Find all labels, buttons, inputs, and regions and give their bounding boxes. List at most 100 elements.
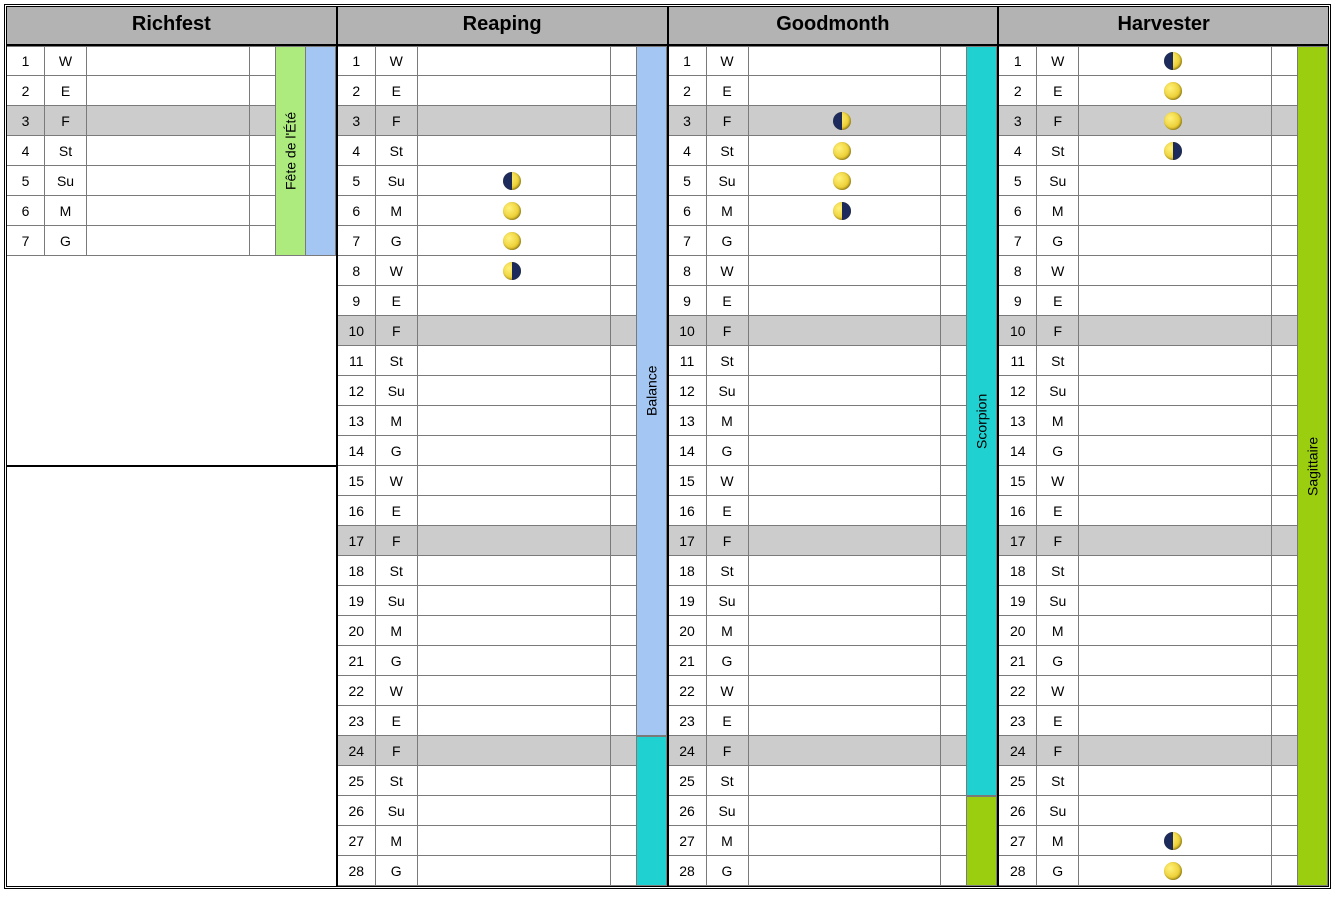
day-spare <box>941 856 967 886</box>
day-content <box>418 586 611 616</box>
day-row: 26Su <box>999 796 1298 826</box>
day-spare <box>1272 76 1298 106</box>
day-content <box>749 796 942 826</box>
month-harvester: Harvester1W2E3F4St5Su6M7G8W9E10F11St12Su… <box>999 7 1328 886</box>
day-content <box>1079 736 1272 766</box>
day-weekday: Su <box>1037 376 1079 406</box>
day-spare <box>611 76 637 106</box>
day-weekday: St <box>376 346 418 376</box>
day-row: 19Su <box>999 586 1298 616</box>
day-spare <box>941 226 967 256</box>
day-spare <box>1272 406 1298 436</box>
day-weekday: Su <box>376 376 418 406</box>
day-content <box>418 406 611 436</box>
day-content <box>1079 496 1272 526</box>
day-row: 5Su <box>999 166 1298 196</box>
day-row: 13M <box>999 406 1298 436</box>
moon-last-icon <box>1164 142 1182 160</box>
day-spare <box>1272 316 1298 346</box>
day-row: 19Su <box>338 586 637 616</box>
day-number: 8 <box>338 256 376 286</box>
zodiac-sidebar: Sagittaire <box>1298 46 1328 886</box>
month-header: Goodmonth <box>669 7 998 46</box>
day-weekday: St <box>707 136 749 166</box>
day-row: 1W <box>669 46 968 76</box>
day-content <box>1079 256 1272 286</box>
day-content <box>418 376 611 406</box>
day-number: 12 <box>999 376 1037 406</box>
day-weekday: F <box>1037 526 1079 556</box>
day-spare <box>1272 496 1298 526</box>
day-weekday: W <box>1037 466 1079 496</box>
day-row: 5Su <box>7 166 276 196</box>
day-row: 11St <box>338 346 637 376</box>
day-weekday: G <box>1037 226 1079 256</box>
month-richfest: Richfest1W2E3F4St5Su6M7GFête de l'Été <box>7 7 338 886</box>
day-row: 20M <box>999 616 1298 646</box>
day-weekday: G <box>376 436 418 466</box>
day-weekday: E <box>707 496 749 526</box>
day-number: 22 <box>338 676 376 706</box>
days-column: 1W2E3F4St5Su6M7G8W9E10F11St12Su13M14G15W… <box>338 46 637 886</box>
day-content <box>418 136 611 166</box>
day-spare <box>941 376 967 406</box>
day-number: 13 <box>669 406 707 436</box>
month-body: 1W2E3F4St5Su6M7GFête de l'Été <box>7 46 336 465</box>
day-spare <box>611 646 637 676</box>
day-weekday: F <box>45 106 87 136</box>
day-row: 21G <box>338 646 637 676</box>
day-number: 6 <box>338 196 376 226</box>
day-number: 21 <box>669 646 707 676</box>
day-spare <box>941 556 967 586</box>
day-content <box>1079 766 1272 796</box>
month-body: 1W2E3F4St5Su6M7G8W9E10F11St12Su13M14G15W… <box>338 46 667 886</box>
day-number: 28 <box>999 856 1037 886</box>
day-content <box>749 136 942 166</box>
day-weekday: G <box>707 226 749 256</box>
day-number: 11 <box>669 346 707 376</box>
day-number: 19 <box>338 586 376 616</box>
day-weekday: E <box>1037 706 1079 736</box>
day-number: 17 <box>338 526 376 556</box>
day-spare <box>1272 856 1298 886</box>
day-number: 21 <box>338 646 376 676</box>
day-number: 6 <box>7 196 45 226</box>
day-spare <box>941 766 967 796</box>
day-number: 2 <box>669 76 707 106</box>
day-number: 23 <box>338 706 376 736</box>
day-number: 22 <box>999 676 1037 706</box>
day-content <box>749 466 942 496</box>
day-number: 5 <box>999 166 1037 196</box>
day-weekday: St <box>376 136 418 166</box>
day-number: 4 <box>999 136 1037 166</box>
day-weekday: E <box>376 286 418 316</box>
day-number: 10 <box>999 316 1037 346</box>
day-content <box>87 46 250 76</box>
day-spare <box>1272 826 1298 856</box>
day-row: 1W <box>338 46 637 76</box>
day-weekday: St <box>376 556 418 586</box>
day-content <box>418 436 611 466</box>
day-content <box>749 196 942 226</box>
day-row: 23E <box>338 706 637 736</box>
day-weekday: Su <box>45 166 87 196</box>
day-number: 26 <box>999 796 1037 826</box>
day-weekday: F <box>707 736 749 766</box>
day-content <box>749 256 942 286</box>
day-content <box>418 346 611 376</box>
day-weekday: E <box>1037 286 1079 316</box>
month-header: Harvester <box>999 7 1328 46</box>
day-spare <box>1272 46 1298 76</box>
day-content <box>87 76 250 106</box>
day-number: 24 <box>999 736 1037 766</box>
day-spare <box>611 706 637 736</box>
day-row: 4St <box>999 136 1298 166</box>
day-number: 15 <box>669 466 707 496</box>
day-number: 20 <box>999 616 1037 646</box>
moon-last-icon <box>833 202 851 220</box>
day-spare <box>941 796 967 826</box>
day-number: 5 <box>669 166 707 196</box>
day-spare <box>611 46 637 76</box>
day-content <box>418 106 611 136</box>
day-row: 17F <box>338 526 637 556</box>
